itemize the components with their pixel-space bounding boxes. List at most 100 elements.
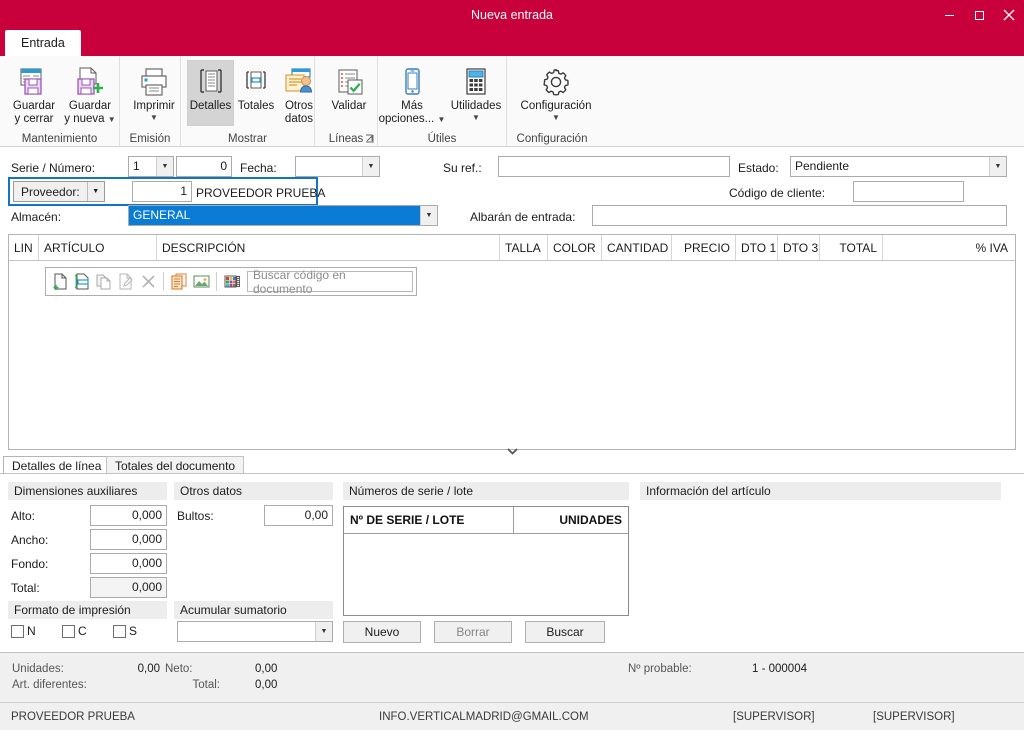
alto-input[interactable]: 0,000 [90, 505, 167, 526]
serie-value: 1 [133, 159, 140, 173]
total-label: Total: [192, 679, 221, 691]
albaran-input[interactable] [592, 205, 1007, 226]
dialog-launcher-icon[interactable] [365, 134, 374, 145]
toolbar-separator [163, 272, 164, 291]
title-bar: Nueva entrada [0, 0, 1024, 30]
chevron-down-icon[interactable]: ▼ [420, 206, 437, 225]
albaran-label: Albarán de entrada: [470, 210, 576, 224]
section-formato-de-impresion: Formato de impresión [8, 601, 167, 619]
insert-line-icon[interactable] [71, 270, 93, 293]
grid-col-color[interactable]: COLOR [548, 235, 602, 260]
more-options-label: Más opciones... ▼ [378, 100, 446, 125]
tab-totales-del-documento[interactable]: Totales del documento [106, 456, 245, 474]
ancho-input[interactable]: 0,000 [90, 529, 167, 550]
ribbon-group-emision: Imprimir ▼ Emisión [119, 56, 180, 147]
section-dimensiones-auxiliares: Dimensiones auxiliares [8, 482, 167, 500]
estado-value: Pendiente [795, 159, 850, 173]
grid-col-cantidad[interactable]: CANTIDAD [602, 235, 672, 260]
close-button[interactable] [994, 0, 1024, 30]
section-informacion-del-articulo: Información del artículo [640, 482, 1001, 500]
new-line-icon[interactable] [49, 270, 71, 293]
ribbon-group-label-utiles: Útiles [427, 133, 457, 145]
chevron-down-icon[interactable]: ▼ [156, 157, 173, 176]
chevron-down-icon[interactable]: ▼ [315, 622, 332, 641]
proveedor-code-input[interactable]: 1 [132, 181, 192, 202]
tab-entrada[interactable]: Entrada [5, 30, 81, 56]
su-ref-input[interactable] [498, 156, 730, 177]
toolbar-separator [216, 272, 217, 291]
numero-input[interactable]: 0 [176, 156, 232, 177]
grid-col-lin[interactable]: LIN [9, 235, 39, 260]
n-probable-value: 1 - 000004 [752, 663, 807, 675]
fondo-input[interactable]: 0,000 [90, 553, 167, 574]
color-chart-icon[interactable] [221, 270, 243, 293]
estado-combo[interactable]: Pendiente ▼ [790, 156, 1007, 177]
bottom-tabs-divider [0, 473, 1024, 474]
configuration-button[interactable]: Configuración ▼ [513, 60, 599, 126]
save-new-label: Guardar y nueva ▼ [64, 100, 116, 125]
minimize-button[interactable] [934, 0, 964, 30]
ribbon-group-configuracion: Configuración ▼ Configuración [506, 56, 597, 147]
acumular-sumatorio-combo[interactable]: ▼ [177, 621, 333, 642]
details-button[interactable]: Detalles [187, 60, 234, 126]
chevron-down-icon[interactable]: ▼ [362, 157, 379, 176]
chevron-down-icon: ▼ [437, 115, 446, 124]
codigo-cliente-input[interactable] [853, 181, 964, 202]
buscar-button[interactable]: Buscar [525, 621, 605, 643]
document-notes-icon[interactable] [168, 270, 190, 293]
maximize-button[interactable] [964, 0, 994, 30]
copy-line-icon[interactable] [93, 270, 115, 293]
image-icon[interactable] [190, 270, 212, 293]
almacen-combo[interactable]: GENERAL ▼ [128, 205, 438, 226]
grid-col-precio[interactable]: PRECIO [672, 235, 736, 260]
save-new-button[interactable]: Guardar y nueva ▼ [62, 60, 118, 127]
ribbon-group-mostrar: Detalles Totales Otros datos Mostrar [180, 56, 314, 147]
validate-label: Validar [331, 100, 367, 112]
grid-col-dto-1[interactable]: DTO 1 [736, 235, 778, 260]
other-data-icon [283, 65, 315, 99]
numeros-serie-grid[interactable]: Nº DE SERIE / LOTE UNIDADES [343, 506, 629, 616]
checkbox-s[interactable]: S [113, 624, 137, 638]
edit-line-icon[interactable] [115, 270, 137, 293]
validate-button[interactable]: Validar [321, 60, 377, 126]
grid-col-total[interactable]: TOTAL [820, 235, 883, 260]
borrar-button[interactable]: Borrar [434, 621, 512, 643]
utilities-button[interactable]: Utilidades ▼ [448, 60, 504, 126]
tab-detalles-de-linea[interactable]: Detalles de línea [3, 456, 111, 474]
bultos-label: Bultos: [177, 509, 214, 523]
delete-line-icon[interactable] [137, 270, 159, 293]
checkbox-c[interactable]: C [62, 624, 87, 638]
nuevo-button[interactable]: Nuevo [343, 621, 421, 643]
fecha-datepicker[interactable]: ▼ [295, 156, 380, 177]
chevron-down-icon [506, 447, 518, 455]
grid-col-descripci-n[interactable]: DESCRIPCIÓN [157, 235, 500, 260]
grid-col-iva[interactable]: % IVA [883, 235, 1013, 260]
total-value: 0,00 [255, 679, 278, 691]
grid-col-dto-3[interactable]: DTO 3 [778, 235, 820, 260]
ribbon-group-label-mostrar: Mostrar [228, 133, 267, 145]
totals-button[interactable]: Totales [234, 60, 278, 126]
grid-col-talla[interactable]: TALLA [500, 235, 548, 260]
serie-combo[interactable]: 1 ▼ [128, 156, 174, 177]
save-close-button[interactable]: Guardar y cerrar [6, 60, 62, 127]
grid-toolbar: Buscar código en documento [45, 267, 417, 296]
alto-label: Alto: [11, 509, 36, 523]
art-diferentes-label: Art. diferentes: [12, 679, 87, 691]
section-numeros-de-serie: Números de serie / lote [343, 482, 629, 500]
grid-body[interactable]: Buscar código en documento [9, 261, 1015, 449]
more-options-button[interactable]: Más opciones... ▼ [379, 60, 445, 127]
chevron-down-icon[interactable]: ▼ [86, 182, 104, 201]
n-probable-label: Nº probable: [628, 663, 692, 675]
search-codigo-input[interactable]: Buscar código en documento [247, 268, 413, 296]
save-new-icon [74, 65, 106, 99]
chevron-down-icon: ▼ [107, 115, 116, 124]
checkbox-n[interactable]: N [11, 624, 36, 638]
chevron-down-icon[interactable]: ▼ [989, 157, 1006, 176]
lines-grid: LIN ARTÍCULO DESCRIPCIÓN TALLA COLOR CANTIDAD… [8, 234, 1016, 450]
bultos-input[interactable]: 0,00 [264, 505, 333, 526]
section-acumular-sumatorio: Acumular sumatorio [174, 601, 333, 619]
fondo-label: Fondo: [11, 557, 49, 571]
print-button[interactable]: Imprimir ▼ [126, 60, 182, 126]
grid-col-art-culo[interactable]: ARTÍCULO [39, 235, 157, 260]
proveedor-button[interactable]: Proveedor: ▼ [13, 181, 105, 202]
